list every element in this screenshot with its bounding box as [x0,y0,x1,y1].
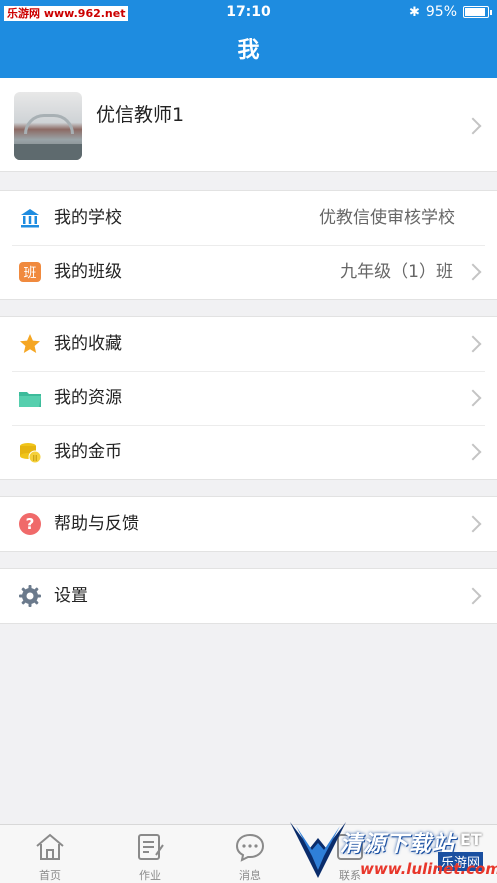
message-icon [235,833,265,862]
nav-bar: 我 [0,26,497,78]
group-school: 我的学校 优教信使审核学校 班 我的班级 九年级（1）班 [0,190,497,300]
folder-icon [19,392,41,407]
tab-home[interactable]: 首页 [0,825,100,883]
svg-text:?: ? [26,515,35,533]
chevron-right-icon [464,117,482,135]
tab-label: 首页 [39,869,61,882]
tab-label: 消息 [239,869,261,882]
row-label: 我的金币 [54,442,122,462]
status-bar: 乐游网 www.962.net 17:10 ✱ 95% [0,0,497,26]
row-help-feedback[interactable]: ? 帮助与反馈 [0,497,497,551]
tab-label: 作业 [139,869,161,882]
group-personal: 我的收藏 我的资源 II 我的金币 [0,316,497,480]
watermark-url: www.lulinet.com [360,860,497,878]
row-label: 我的学校 [54,208,122,228]
row-label: 设置 [54,586,88,606]
help-icon: ? [19,513,41,535]
row-label: 我的收藏 [54,334,122,354]
chevron-right-icon [464,389,482,407]
row-label: 我的班级 [54,262,122,282]
watermark-logo-icon [290,822,346,878]
status-right: ✱ 95% [408,4,492,20]
row-my-class[interactable]: 班 我的班级 九年级（1）班 [0,245,497,299]
chevron-right-icon [464,335,482,353]
coins-icon: II [20,443,42,464]
row-favorites[interactable]: 我的收藏 [0,317,497,371]
battery-fill [465,8,485,16]
group-help: ? 帮助与反馈 [0,496,497,552]
chevron-right-icon [464,263,482,281]
class-value: 九年级（1）班 [340,262,453,282]
row-label: 帮助与反馈 [54,514,139,534]
chevron-right-icon [464,587,482,605]
chevron-right-icon [464,515,482,533]
row-coins[interactable]: II 我的金币 [0,425,497,479]
row-resources[interactable]: 我的资源 [0,371,497,425]
row-my-school[interactable]: 我的学校 优教信使审核学校 [0,191,497,245]
profile-name: 优信教师1 [96,104,185,126]
battery-icon [463,6,492,18]
group-settings: 设置 [0,568,497,624]
bluetooth-icon: ✱ [408,4,420,20]
row-settings[interactable]: 设置 [0,569,497,623]
school-icon [21,209,39,228]
svg-text:班: 班 [23,266,36,281]
tab-messages[interactable]: 消息 [200,825,300,883]
class-icon: 班 [19,262,41,282]
star-icon [20,334,40,353]
school-value: 优教信使审核学校 [319,208,455,228]
gear-icon [19,585,41,607]
row-label: 我的资源 [54,388,122,408]
watermark: 清源下载站 ET 乐游网 www.lulinet.com [288,818,497,883]
tab-homework[interactable]: 作业 [100,825,200,883]
chevron-right-icon [464,443,482,461]
homework-icon [138,834,164,860]
avatar-water [14,144,82,160]
watermark-net: ET [460,830,482,849]
home-icon [36,833,64,860]
battery-percent: 95% [425,4,457,20]
page-title: 我 [237,38,260,63]
avatar[interactable] [14,92,82,160]
avatar-arch [24,114,74,134]
svg-text:II: II [33,454,38,463]
profile-row[interactable]: 优信教师1 [0,78,497,172]
